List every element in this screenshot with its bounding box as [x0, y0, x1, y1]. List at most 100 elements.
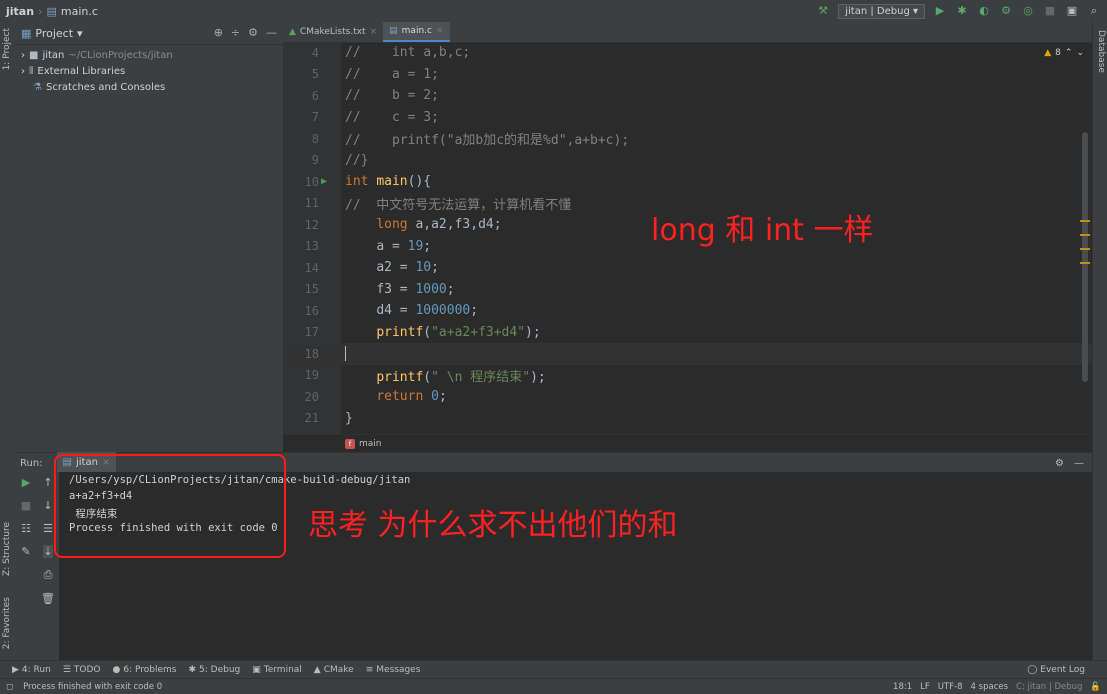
- line-number[interactable]: 14: [283, 261, 319, 275]
- chevron-right-icon[interactable]: ›: [21, 50, 25, 61]
- locate-icon[interactable]: ⊕: [214, 26, 223, 39]
- tab-main-c[interactable]: ▤ main.c ×: [383, 22, 450, 42]
- warning-stripe[interactable]: [1080, 248, 1090, 250]
- indent-setting[interactable]: 4 spaces: [971, 682, 1008, 692]
- code-line[interactable]: 7 // c = 3;: [283, 107, 1092, 129]
- attach-icon[interactable]: ◎: [1021, 4, 1035, 18]
- stop-icon[interactable]: ■: [21, 499, 31, 512]
- tab-messages[interactable]: ≡ Messages: [366, 665, 421, 675]
- down-arrow-icon[interactable]: ↓: [43, 499, 52, 512]
- line-number[interactable]: 12: [283, 218, 319, 232]
- project-tool-window-button[interactable]: 1: Project: [2, 28, 12, 70]
- line-number[interactable]: 17: [283, 325, 319, 339]
- warning-stripe[interactable]: [1080, 234, 1090, 236]
- tab-debug[interactable]: ✱ 5: Debug: [188, 665, 240, 675]
- status-window-icon[interactable]: ◻: [6, 682, 13, 692]
- tab-problems[interactable]: ● 6: Problems: [113, 665, 177, 675]
- line-number[interactable]: 21: [283, 411, 319, 425]
- line-number[interactable]: 4: [283, 46, 319, 60]
- minimize-icon[interactable]: —: [266, 26, 277, 39]
- trash-icon[interactable]: 🗑: [41, 592, 55, 605]
- status-message[interactable]: Process finished with exit code 0: [23, 682, 162, 692]
- project-view-select[interactable]: Project: [35, 27, 73, 40]
- collapse-icon[interactable]: ÷: [231, 26, 240, 39]
- tab-run[interactable]: ▶ 4: Run: [12, 665, 51, 675]
- code-line[interactable]: 19 printf(" \n 程序结束");: [283, 365, 1092, 387]
- lock-icon[interactable]: 🔓: [1090, 682, 1101, 692]
- coverage-icon[interactable]: ◐: [977, 4, 991, 18]
- search-icon[interactable]: ⌕: [1087, 4, 1101, 18]
- line-number[interactable]: 18: [283, 347, 319, 361]
- navigation-bar: jitan › ▤ main.c ⚒ jitan | Debug ▾ ▶ ✱ ◐…: [0, 0, 1107, 23]
- code-line[interactable]: 15 f3 = 1000;: [283, 279, 1092, 301]
- line-number[interactable]: 20: [283, 390, 319, 404]
- breadcrumb-file[interactable]: main.c: [61, 5, 98, 18]
- line-separator[interactable]: LF: [920, 682, 930, 692]
- function-breadcrumb[interactable]: f main: [283, 434, 1092, 453]
- line-number[interactable]: 6: [283, 89, 319, 103]
- tab-event-log[interactable]: ◯ Event Log: [1027, 665, 1085, 675]
- line-number[interactable]: 11: [283, 196, 319, 210]
- code-line[interactable]: 6 // b = 2;: [283, 85, 1092, 107]
- structure-tool-window-button[interactable]: Z: Structure: [2, 522, 12, 576]
- breadcrumb-project[interactable]: jitan: [6, 5, 34, 18]
- build-hammer-icon[interactable]: ⚒: [816, 4, 830, 18]
- up-arrow-icon[interactable]: ↑: [43, 476, 52, 489]
- tree-item-scratches[interactable]: ⚗ Scratches and Consoles: [15, 79, 283, 95]
- resolve-context[interactable]: C: jitan | Debug: [1016, 682, 1082, 692]
- close-icon[interactable]: ×: [436, 26, 444, 36]
- warning-stripe[interactable]: [1080, 262, 1090, 264]
- line-number[interactable]: 13: [283, 239, 319, 253]
- file-encoding[interactable]: UTF-8: [938, 682, 963, 692]
- line-number[interactable]: 8: [283, 132, 319, 146]
- tab-cmake[interactable]: ▲ CMake: [314, 665, 354, 675]
- code-line[interactable]: 14 a2 = 10;: [283, 257, 1092, 279]
- code-line[interactable]: 9 //}: [283, 150, 1092, 172]
- debug-icon[interactable]: ✱: [955, 4, 969, 18]
- print-icon[interactable]: ⎙: [44, 568, 53, 582]
- code-line[interactable]: 4 // int a,b,c;: [283, 42, 1092, 64]
- code-line[interactable]: 16 d4 = 1000000;: [283, 300, 1092, 322]
- run-gutter-icon[interactable]: ▶: [321, 176, 333, 187]
- code-line[interactable]: 18: [283, 343, 1092, 365]
- close-icon[interactable]: ×: [370, 27, 378, 37]
- tree-item-label: External Libraries: [37, 65, 126, 77]
- gear-icon[interactable]: ⚙: [1055, 458, 1064, 469]
- database-tool-window-button[interactable]: Database: [1096, 30, 1106, 73]
- layout-icon[interactable]: ☷: [21, 522, 31, 535]
- code-line[interactable]: 5 // a = 1;: [283, 64, 1092, 86]
- line-number[interactable]: 19: [283, 368, 319, 382]
- tab-todo[interactable]: ☰ TODO: [63, 665, 101, 675]
- tab-terminal[interactable]: ▣ Terminal: [252, 665, 302, 675]
- gear-icon[interactable]: ⚙: [248, 26, 258, 39]
- stop-icon[interactable]: ■: [1043, 4, 1057, 18]
- rerun-icon[interactable]: ▶: [22, 476, 30, 489]
- run-icon[interactable]: ▶: [933, 4, 947, 18]
- run-configuration-select[interactable]: jitan | Debug ▾: [838, 3, 925, 19]
- minimize-icon[interactable]: —: [1074, 458, 1084, 469]
- window-icon[interactable]: ▣: [1065, 4, 1079, 18]
- tree-item-external-libraries[interactable]: › ⦀ External Libraries: [15, 63, 283, 79]
- editor-scrollbar[interactable]: [1082, 132, 1088, 382]
- tree-item-jitan[interactable]: › ■ jitan ~/CLionProjects/jitan: [15, 47, 283, 63]
- tab-cmakelists[interactable]: ▲ CMakeLists.txt ×: [283, 22, 383, 42]
- code-line[interactable]: 10 ▶ int main(){: [283, 171, 1092, 193]
- favorites-tool-window-button[interactable]: 2: Favorites: [2, 597, 12, 649]
- code-line[interactable]: 8 // printf("a加b加c的和是%d",a+b+c);: [283, 128, 1092, 150]
- code-line[interactable]: 21}: [283, 408, 1092, 430]
- soft-wrap-icon[interactable]: ☰: [43, 522, 53, 535]
- chevron-right-icon[interactable]: ›: [21, 66, 25, 77]
- line-number[interactable]: 9: [283, 153, 319, 167]
- scroll-end-icon[interactable]: ⇣: [43, 545, 53, 558]
- caret-position[interactable]: 18:1: [893, 682, 912, 692]
- line-number[interactable]: 5: [283, 67, 319, 81]
- line-number[interactable]: 16: [283, 304, 319, 318]
- code-line[interactable]: 17 printf("a+a2+f3+d4");: [283, 322, 1092, 344]
- profile-icon[interactable]: ⚙: [999, 4, 1013, 18]
- line-number[interactable]: 15: [283, 282, 319, 296]
- line-number[interactable]: 10: [283, 175, 319, 189]
- pin-icon[interactable]: ✎: [21, 545, 30, 558]
- code-line[interactable]: 20 return 0;: [283, 386, 1092, 408]
- warning-stripe[interactable]: [1080, 220, 1090, 222]
- line-number[interactable]: 7: [283, 110, 319, 124]
